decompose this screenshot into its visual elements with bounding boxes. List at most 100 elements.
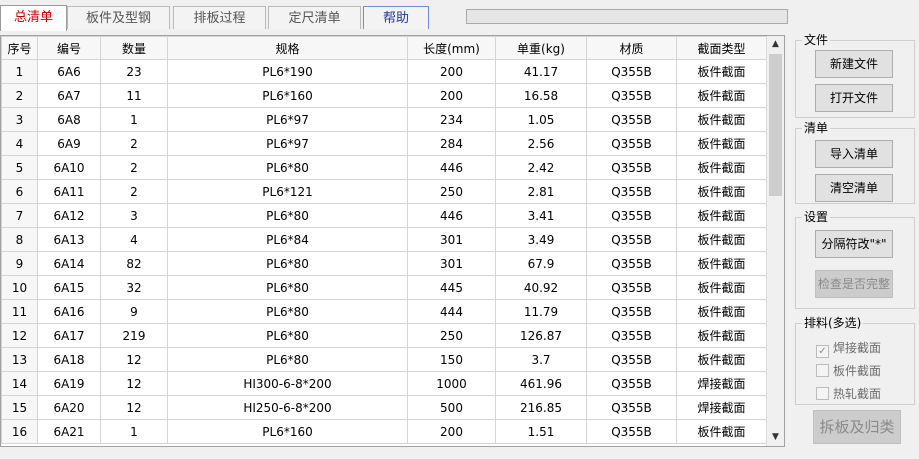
table-cell[interactable]: 10 xyxy=(1,275,38,300)
table-cell[interactable]: Q355B xyxy=(586,107,677,132)
table-cell[interactable]: 200 xyxy=(407,419,496,444)
table-cell[interactable]: 446 xyxy=(407,203,496,228)
table-cell[interactable]: 2.56 xyxy=(495,131,587,156)
table-cell[interactable]: 板件截面 xyxy=(676,107,767,132)
table-cell[interactable]: 2 xyxy=(100,179,168,204)
table-cell[interactable]: 200 xyxy=(407,59,496,84)
table-cell[interactable]: 1 xyxy=(1,59,38,84)
table-cell[interactable]: PL6*80 xyxy=(167,251,408,276)
table-cell[interactable]: 6A10 xyxy=(37,155,101,180)
table-row[interactable]: 1 6A6 23 PL6*190 200 41.17 Q355B 板件截面 xyxy=(1,59,767,84)
column-header[interactable]: 长度(mm) xyxy=(407,36,496,60)
table-cell[interactable]: Q355B xyxy=(586,347,677,372)
table-row[interactable]: 3 6A8 1 PL6*97 234 1.05 Q355B 板件截面 xyxy=(1,107,767,132)
table-cell[interactable]: 板件截面 xyxy=(676,299,767,324)
table-cell[interactable]: 9 xyxy=(100,299,168,324)
table-cell[interactable]: Q355B xyxy=(586,155,677,180)
table-cell[interactable]: Q355B xyxy=(586,275,677,300)
new-file-button[interactable]: 新建文件 xyxy=(815,50,893,78)
table-cell[interactable]: 8 xyxy=(1,227,38,252)
table-cell[interactable]: 67.9 xyxy=(495,251,587,276)
table-cell[interactable]: PL6*190 xyxy=(167,59,408,84)
table-cell[interactable]: Q355B xyxy=(586,179,677,204)
table-cell[interactable]: Q355B xyxy=(586,203,677,228)
table-cell[interactable]: 板件截面 xyxy=(676,203,767,228)
table-cell[interactable]: 12 xyxy=(1,323,38,348)
table-row[interactable]: 15 6A20 12 HI250-6-8*200 500 216.85 Q355B 焊接截面 xyxy=(1,395,767,420)
table-cell[interactable]: 6A20 xyxy=(37,395,101,420)
table-cell[interactable]: 6A8 xyxy=(37,107,101,132)
table-cell[interactable]: 150 xyxy=(407,347,496,372)
column-header[interactable]: 截面类型 xyxy=(676,36,767,60)
table-cell[interactable]: 板件截面 xyxy=(676,83,767,108)
table-cell[interactable]: 6A21 xyxy=(37,419,101,444)
table-cell[interactable]: 23 xyxy=(100,59,168,84)
table-cell[interactable]: PL6*160 xyxy=(167,419,408,444)
table-cell[interactable]: 3.41 xyxy=(495,203,587,228)
table-cell[interactable]: 2 xyxy=(100,131,168,156)
table-cell[interactable]: 板件截面 xyxy=(676,275,767,300)
table-cell[interactable]: 6A12 xyxy=(37,203,101,228)
column-header[interactable]: 单重(kg) xyxy=(495,36,587,60)
table-cell[interactable]: 11 xyxy=(100,83,168,108)
table-cell[interactable]: PL6*80 xyxy=(167,203,408,228)
table-cell[interactable]: Q355B xyxy=(586,419,677,444)
table-cell[interactable]: 445 xyxy=(407,275,496,300)
table-cell[interactable]: 4 xyxy=(1,131,38,156)
table-cell[interactable]: 13 xyxy=(1,347,38,372)
table-cell[interactable]: 焊接截面 xyxy=(676,371,767,396)
table-cell[interactable]: Q355B xyxy=(586,371,677,396)
table-cell[interactable]: 板件截面 xyxy=(676,251,767,276)
separator-button[interactable]: 分隔符改"*" xyxy=(815,230,893,258)
table-cell[interactable]: 6A9 xyxy=(37,131,101,156)
table-cell[interactable]: HI250-6-8*200 xyxy=(167,395,408,420)
check-complete-button[interactable]: 检查是否完整 xyxy=(815,270,893,298)
table-cell[interactable]: Q355B xyxy=(586,251,677,276)
table-cell[interactable]: 301 xyxy=(407,251,496,276)
table-cell[interactable]: 234 xyxy=(407,107,496,132)
table-row[interactable]: 8 6A13 4 PL6*84 301 3.49 Q355B 板件截面 xyxy=(1,227,767,252)
table-row[interactable]: 9 6A14 82 PL6*80 301 67.9 Q355B 板件截面 xyxy=(1,251,767,276)
table-row[interactable]: 6 6A11 2 PL6*121 250 2.81 Q355B 板件截面 xyxy=(1,179,767,204)
table-cell[interactable]: 6A14 xyxy=(37,251,101,276)
table-cell[interactable]: 6A13 xyxy=(37,227,101,252)
table-cell[interactable]: 4 xyxy=(100,227,168,252)
table-cell[interactable]: 1.05 xyxy=(495,107,587,132)
table-cell[interactable]: 250 xyxy=(407,323,496,348)
table-cell[interactable]: 板件截面 xyxy=(676,419,767,444)
column-header[interactable]: 序号 xyxy=(1,36,38,60)
table-cell[interactable]: 3 xyxy=(100,203,168,228)
table-cell[interactable]: Q355B xyxy=(586,59,677,84)
column-header[interactable]: 编号 xyxy=(37,36,101,60)
table-cell[interactable]: 216.85 xyxy=(495,395,587,420)
table-cell[interactable]: 16.58 xyxy=(495,83,587,108)
column-header[interactable]: 材质 xyxy=(586,36,677,60)
table-cell[interactable]: 6A11 xyxy=(37,179,101,204)
scroll-down-icon[interactable]: ▼ xyxy=(767,429,784,446)
table-cell[interactable]: PL6*97 xyxy=(167,107,408,132)
table-cell[interactable]: 16 xyxy=(1,419,38,444)
table-row[interactable]: 10 6A15 32 PL6*80 445 40.92 Q355B 板件截面 xyxy=(1,275,767,300)
table-cell[interactable]: Q355B xyxy=(586,395,677,420)
tab-fixed-length-list[interactable]: 定尺清单 xyxy=(268,6,361,29)
table-cell[interactable]: 6 xyxy=(1,179,38,204)
table-cell[interactable]: 15 xyxy=(1,395,38,420)
table-cell[interactable]: 3.49 xyxy=(495,227,587,252)
table-cell[interactable]: Q355B xyxy=(586,131,677,156)
import-list-button[interactable]: 导入清单 xyxy=(815,140,893,168)
table-cell[interactable]: Q355B xyxy=(586,299,677,324)
table-cell[interactable]: 6A7 xyxy=(37,83,101,108)
table-cell[interactable]: PL6*80 xyxy=(167,323,408,348)
column-header[interactable]: 数量 xyxy=(100,36,168,60)
scroll-thumb[interactable] xyxy=(769,54,782,196)
vertical-scrollbar[interactable]: ▲ ▼ xyxy=(766,36,784,446)
table-cell[interactable]: 7 xyxy=(1,203,38,228)
table-cell[interactable]: 82 xyxy=(100,251,168,276)
table-cell[interactable]: 板件截面 xyxy=(676,179,767,204)
table-row[interactable]: 12 6A17 219 PL6*80 250 126.87 Q355B 板件截面 xyxy=(1,323,767,348)
table-row[interactable]: 14 6A19 12 HI300-6-8*200 1000 461.96 Q355B 焊接截面 xyxy=(1,371,767,396)
table-cell[interactable]: PL6*80 xyxy=(167,275,408,300)
table-cell[interactable]: 446 xyxy=(407,155,496,180)
table-cell[interactable]: 444 xyxy=(407,299,496,324)
plate-section-checkbox[interactable]: 板件截面 xyxy=(816,363,881,379)
